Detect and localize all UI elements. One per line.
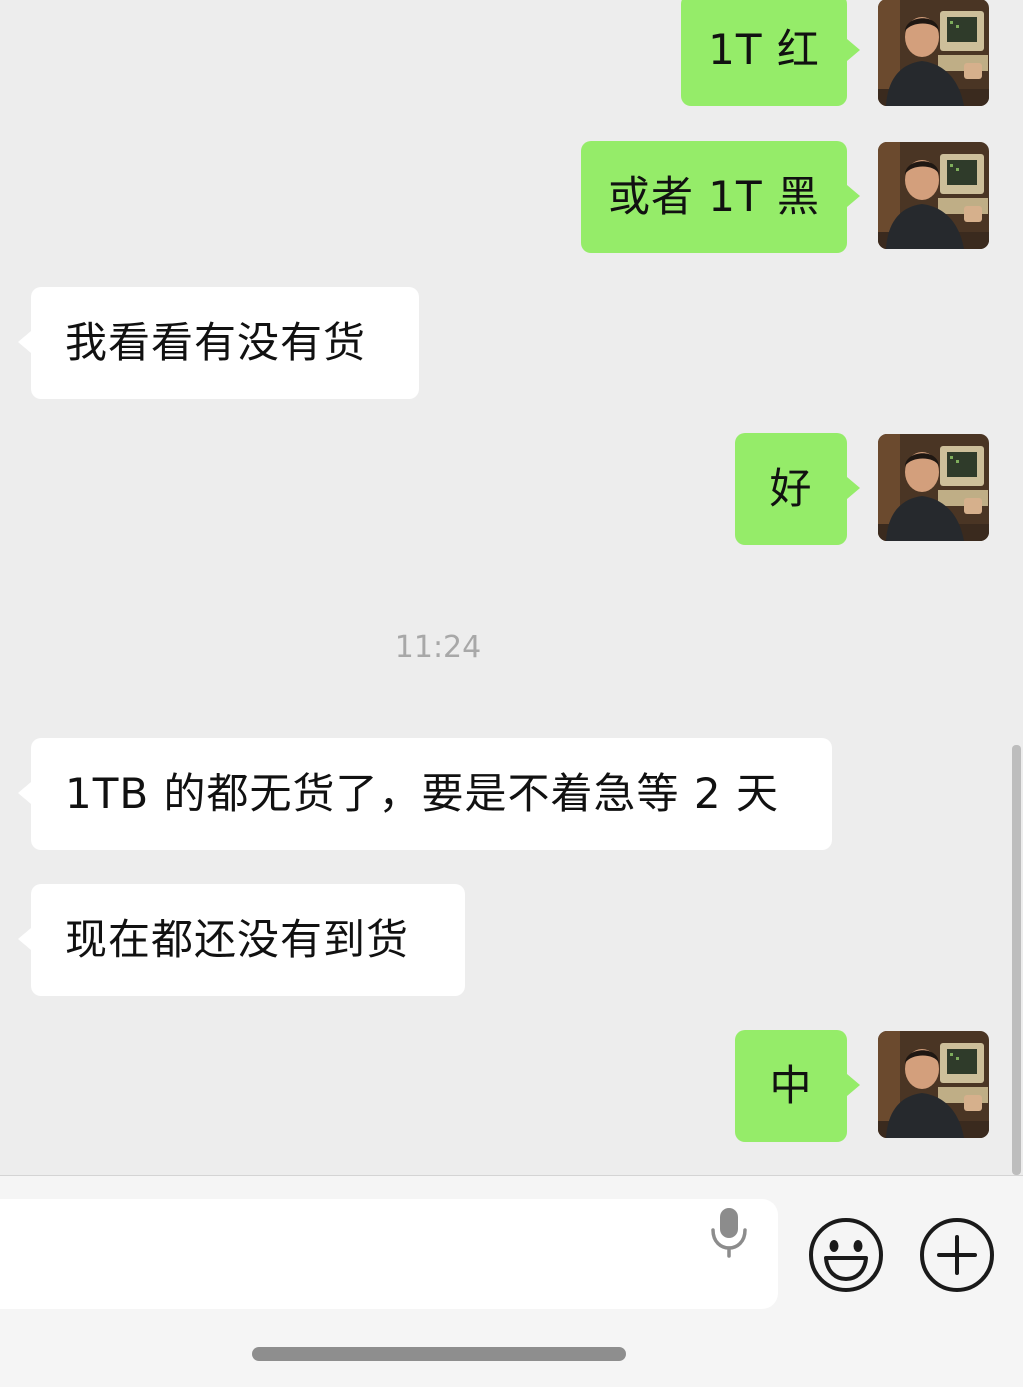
message-bubble[interactable]: 现在都还没有到货 [31,884,465,996]
scrollbar[interactable] [1012,745,1021,1175]
more-button[interactable] [918,1216,996,1294]
message-text: 1TB 的都无货了，要是不着急等 2 天 [65,769,779,818]
bubble-tail [847,185,860,207]
message-bubble[interactable]: 我看看有没有货 [31,287,419,399]
smiley-face-icon [809,1218,883,1292]
message-timestamp: 11:24 [394,630,482,665]
bubble-tail [847,39,860,61]
message-bubble[interactable]: 或者 1T 黑 [581,141,847,253]
message-text: 中 [769,1061,813,1110]
home-indicator[interactable] [252,1347,626,1361]
user-avatar[interactable] [878,434,989,541]
bubble-tail [847,1074,860,1096]
chat-message-area[interactable]: 1T 红 或者 1T 黑 我看看有没有货 好 11:24 1TB 的都无货了，要… [0,0,1023,1175]
message-bubble[interactable]: 好 [735,433,847,545]
message-text: 1T 红 [708,25,820,74]
message-input[interactable] [0,1199,778,1309]
plus-circle-icon [920,1218,994,1292]
message-text: 我看看有没有货 [65,318,367,367]
microphone-icon[interactable] [706,1206,752,1258]
message-bubble[interactable]: 1TB 的都无货了，要是不着急等 2 天 [31,738,832,850]
message-text: 现在都还没有到货 [65,915,410,964]
message-bubble[interactable]: 中 [735,1030,847,1142]
user-avatar[interactable] [878,0,989,106]
user-avatar[interactable] [878,1031,989,1138]
message-text: 好 [769,464,813,513]
message-text: 或者 1T 黑 [607,172,821,221]
bubble-tail [18,782,31,804]
bubble-tail [847,477,860,499]
emoji-button[interactable] [807,1216,885,1294]
bubble-tail [18,331,31,353]
message-bubble[interactable]: 1T 红 [681,0,847,106]
bubble-tail [18,928,31,950]
message-composer [0,1176,1023,1387]
user-avatar[interactable] [878,142,989,249]
